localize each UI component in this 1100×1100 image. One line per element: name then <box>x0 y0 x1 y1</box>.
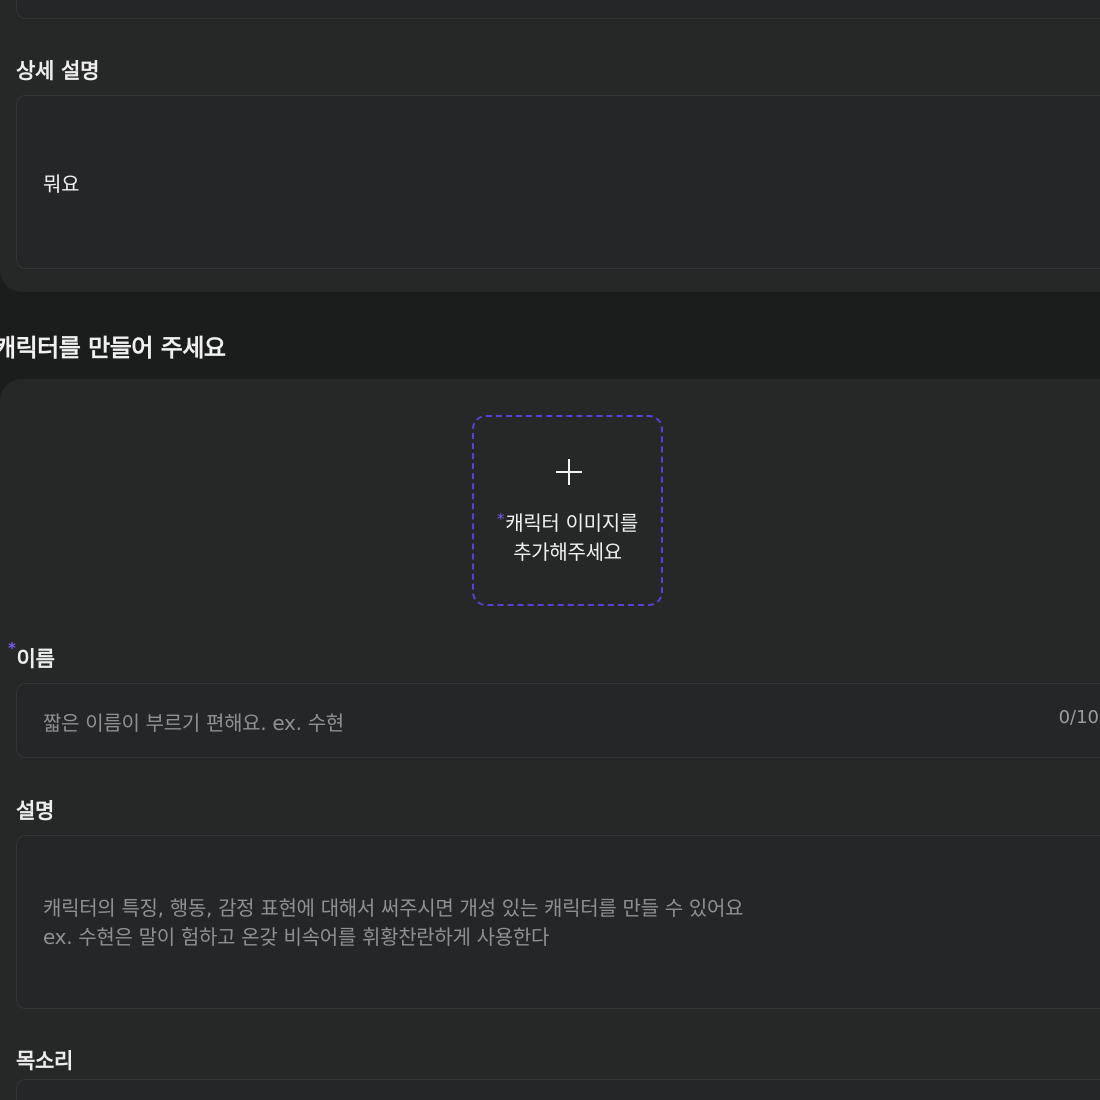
description-placeholder: 캐릭터의 특징, 행동, 감정 표현에 대해서 써주시면 개성 있는 캐릭터를 … <box>43 894 744 952</box>
previous-input-field[interactable] <box>16 0 1100 19</box>
description-label: 설명 <box>16 799 55 823</box>
name-placeholder: 짧은 이름이 부르기 편해요. ex. 수현 <box>43 711 344 735</box>
name-label-group: *이름 <box>8 639 55 673</box>
detail-textarea[interactable]: 뭐요 <box>16 95 1100 269</box>
character-section-title: 캐릭터를 만들어 주세요 <box>0 334 226 362</box>
name-input[interactable]: 짧은 이름이 부르기 편해요. ex. 수현 0/10 <box>16 683 1100 758</box>
detail-value: 뭐요 <box>43 172 80 196</box>
voice-select[interactable] <box>16 1079 1100 1100</box>
upload-text-line1: 캐릭터 이미지를 <box>505 511 638 535</box>
name-char-counter: 0/10 <box>1058 707 1099 728</box>
upload-text: *캐릭터 이미지를 추가해주세요 <box>474 509 661 567</box>
description-textarea[interactable]: 캐릭터의 특징, 행동, 감정 표현에 대해서 써주시면 개성 있는 캐릭터를 … <box>16 835 1100 1009</box>
detail-label: 상세 설명 <box>16 59 100 83</box>
required-mark: * <box>8 639 16 657</box>
character-image-upload[interactable]: *캐릭터 이미지를 추가해주세요 <box>472 415 663 606</box>
required-mark: * <box>497 510 505 528</box>
name-label: 이름 <box>16 647 55 671</box>
page: 상세 설명 뭐요 캐릭터를 만들어 주세요 *캐릭터 이미지를 추가해주세요 *… <box>0 0 1100 1100</box>
description-placeholder-line1: 캐릭터의 특징, 행동, 감정 표현에 대해서 써주시면 개성 있는 캐릭터를 … <box>43 896 744 920</box>
description-placeholder-line2: ex. 수현은 말이 험하고 온갖 비속어를 휘황찬란하게 사용한다 <box>43 925 550 949</box>
voice-label: 목소리 <box>16 1049 74 1073</box>
plus-icon <box>556 459 582 485</box>
upload-text-line2: 추가해주세요 <box>513 540 622 564</box>
